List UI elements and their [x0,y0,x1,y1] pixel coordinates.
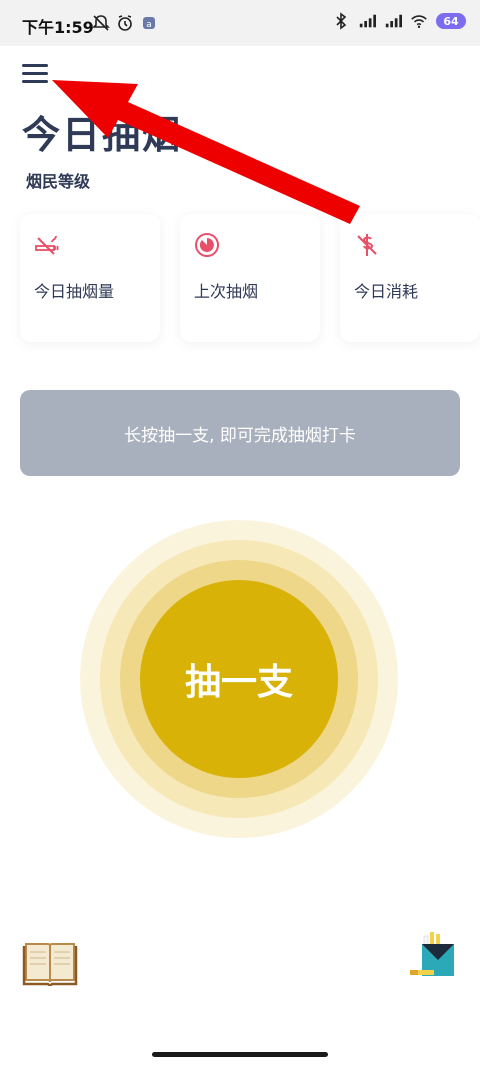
signal-icon [385,14,402,28]
silent-bell-icon [92,15,110,31]
card-today-cost[interactable]: 今日消耗 [340,214,480,342]
smoke-button-core[interactable]: 抽一支 [140,580,338,778]
no-smoking-icon [35,235,59,255]
status-left-icons: a [92,14,158,32]
signal-icon [359,14,376,28]
hint-text: 长按抽一支, 即可完成抽烟打卡 [124,425,356,446]
book-icon[interactable] [22,936,78,986]
app-notif-icon: a [143,17,155,30]
wifi-icon [411,15,427,29]
battery-level: 64 [443,14,459,28]
status-bar: 下午1:59 a 64 [0,0,480,46]
bluetooth-icon [336,12,347,30]
alarm-icon [118,15,132,31]
card-label: 今日消耗 [354,282,419,301]
status-time: 下午1:59 [22,18,94,37]
card-today-count[interactable]: 今日抽烟量 [20,214,160,342]
status-right-icons: 64 [332,12,466,30]
battery-icon: 64 [436,13,466,29]
cigarette-pack-icon[interactable] [408,930,458,980]
card-label: 今日抽烟量 [34,282,115,301]
card-last-smoke[interactable]: 上次抽烟 [180,214,320,342]
clock-pie-icon [195,233,219,257]
page-title: 今日抽烟 [22,113,183,157]
hamburger-menu-icon[interactable] [22,64,48,84]
rank-label: 烟民等级 [26,172,91,191]
card-label: 上次抽烟 [194,282,259,301]
hint-banner: 长按抽一支, 即可完成抽烟打卡 [20,390,460,476]
no-money-icon [357,234,377,256]
svg-text:a: a [146,20,152,30]
smoke-one-button[interactable]: 抽一支 [80,520,398,838]
smoke-button-label: 抽一支 [184,662,293,703]
home-indicator[interactable] [152,1052,328,1057]
